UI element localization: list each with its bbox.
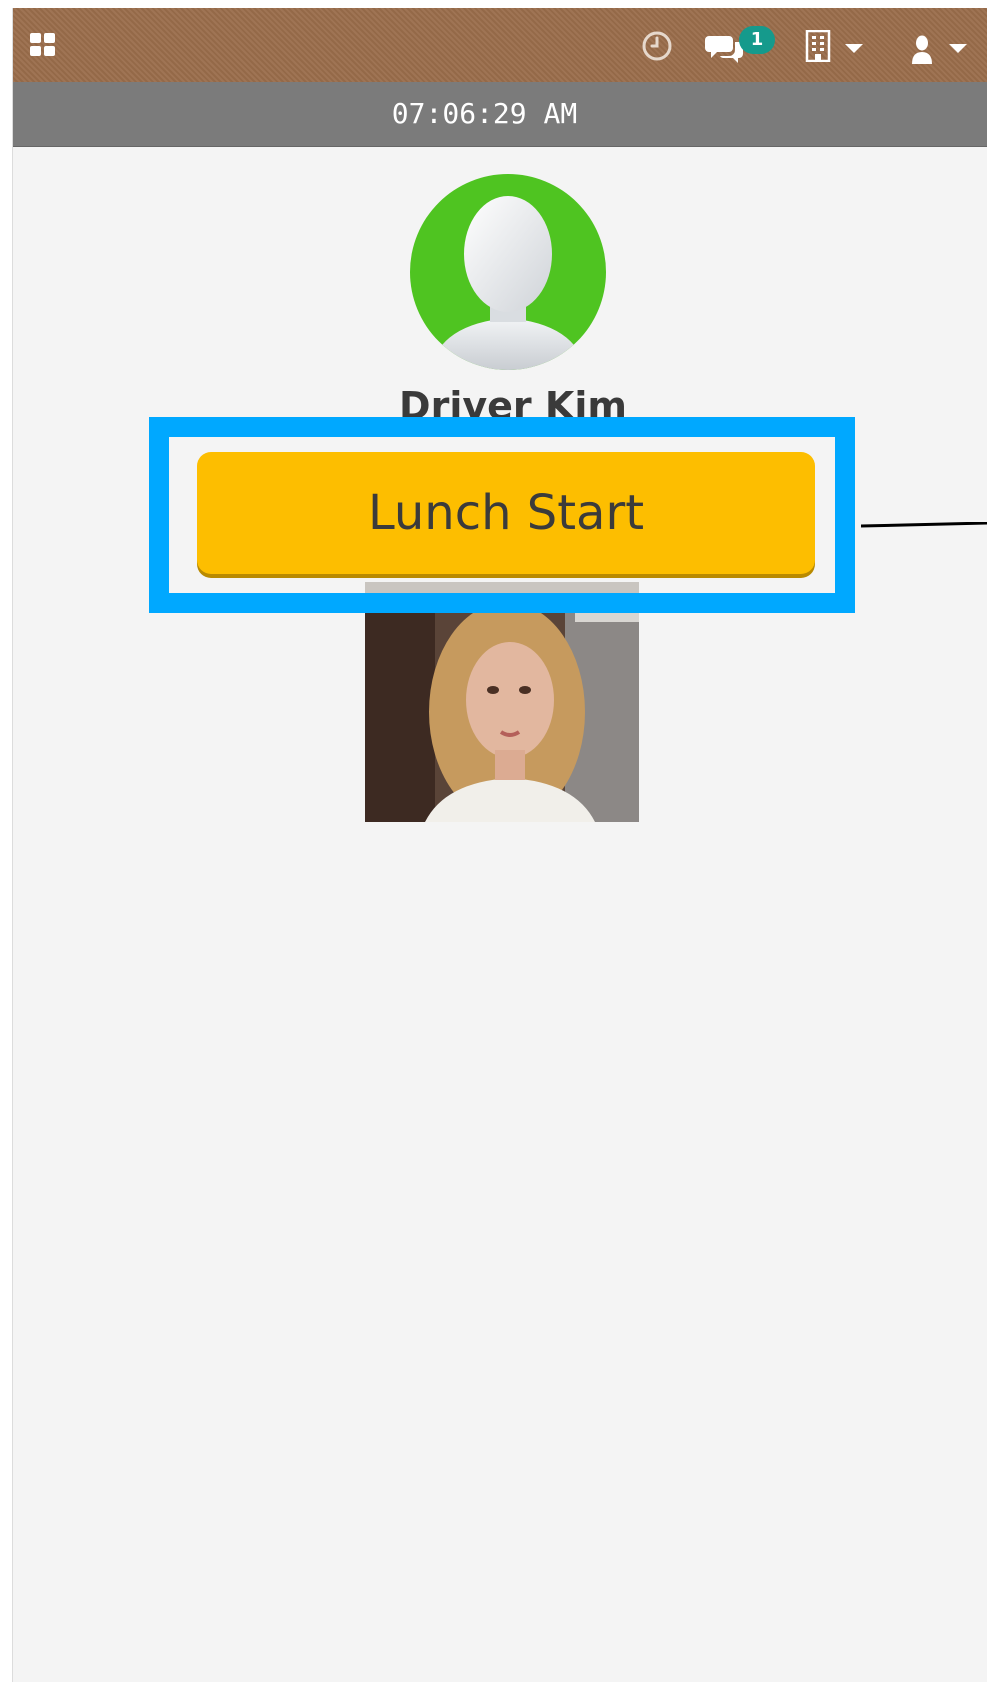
screen-frame: 1 07:06:29 AM Driver Kim Lunch Start — [0, 0, 987, 1682]
chevron-down-icon — [949, 44, 967, 53]
driver-photo — [365, 582, 639, 822]
annotation-pointer-line — [861, 522, 987, 528]
user-menu-dropdown[interactable] — [911, 32, 981, 68]
driver-portrait-image — [365, 582, 639, 822]
app-container: 1 07:06:29 AM Driver Kim Lunch Start — [12, 8, 987, 1682]
messages-button[interactable]: 1 — [705, 26, 785, 66]
clock-icon[interactable] — [641, 30, 673, 62]
company-dropdown[interactable] — [805, 30, 875, 66]
default-user-silhouette-icon — [430, 196, 586, 370]
lunch-start-button[interactable]: Lunch Start — [197, 452, 815, 574]
top-nav-bar: 1 — [13, 8, 987, 82]
grid-icon[interactable] — [29, 32, 57, 58]
chevron-down-icon — [845, 44, 863, 53]
building-icon — [805, 30, 831, 62]
notification-badge: 1 — [739, 26, 775, 54]
clock-bar: 07:06:29 AM — [13, 82, 987, 147]
avatar — [410, 174, 606, 370]
user-icon — [912, 35, 932, 64]
current-time: 07:06:29 AM — [391, 97, 578, 130]
